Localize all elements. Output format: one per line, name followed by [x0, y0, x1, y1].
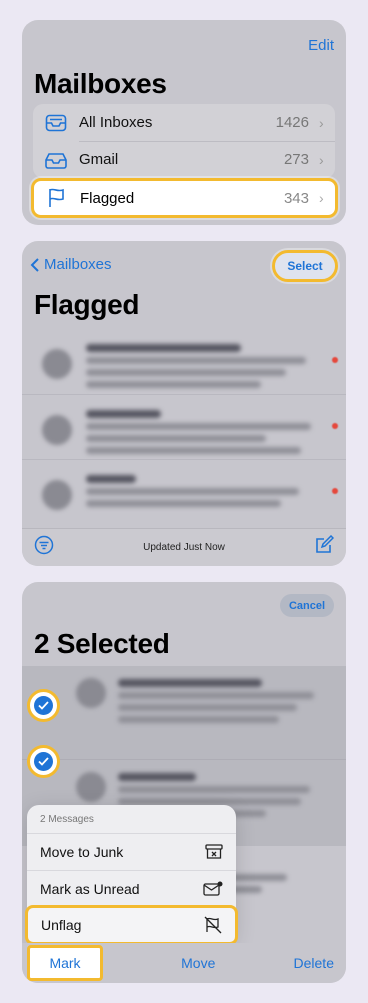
menu-item-label: Move to Junk [40, 844, 124, 860]
back-label: Mailboxes [44, 256, 112, 273]
unread-envelope-icon [203, 881, 223, 896]
flag-indicator-icon [332, 357, 338, 363]
inbox-tray-icon [33, 151, 79, 169]
delete-button[interactable]: Delete [294, 955, 334, 971]
unflag-icon [204, 916, 222, 934]
edit-button[interactable]: Edit [308, 37, 334, 54]
mailbox-count: 1426 [275, 114, 309, 131]
select-button[interactable]: Select [272, 250, 338, 282]
compose-icon[interactable] [314, 534, 335, 560]
status-text: Updated Just Now [143, 542, 225, 553]
avatar [42, 480, 72, 510]
list-item[interactable] [22, 666, 346, 759]
filter-icon[interactable] [34, 535, 54, 560]
menu-item-label: Mark as Unread [40, 881, 140, 897]
list-item[interactable] [22, 394, 346, 459]
selected-checkbox[interactable] [27, 689, 60, 722]
list-item[interactable] [22, 459, 346, 524]
mailbox-label: Gmail [79, 151, 119, 168]
message-list [22, 329, 346, 529]
flag-icon [34, 188, 80, 208]
chevron-right-icon: › [319, 190, 324, 206]
bottom-toolbar: Updated Just Now [22, 528, 346, 566]
junk-bin-icon [205, 844, 223, 859]
avatar [76, 678, 106, 708]
page-title: Mailboxes [34, 68, 167, 99]
mailbox-row-gmail[interactable]: Gmail 273 › [33, 141, 335, 178]
mailbox-label: All Inboxes [79, 114, 153, 131]
bottom-toolbar: Mark Move Delete [22, 943, 346, 983]
page-title: Flagged [34, 289, 140, 320]
menu-item-mark-as-unread[interactable]: Mark as Unread [27, 870, 236, 907]
avatar [76, 772, 106, 802]
mark-button[interactable]: Mark [27, 945, 103, 981]
mailbox-row-flagged[interactable]: Flagged 343 › [31, 178, 338, 218]
checkmark-icon [38, 757, 49, 766]
inbox-tray-icon [33, 114, 79, 132]
flag-indicator-icon [332, 423, 338, 429]
chevron-right-icon: › [319, 151, 324, 168]
mailbox-list: All Inboxes 1426 › Gmail 273 › [33, 104, 335, 178]
selected-checkbox[interactable] [27, 745, 60, 778]
list-item[interactable] [22, 329, 346, 394]
mark-menu: 2 Messages Move to Junk Mark as Unread U… [25, 805, 238, 945]
avatar [42, 349, 72, 379]
page-title: 2 Selected [34, 628, 170, 659]
mailboxes-panel: Edit Mailboxes All Inboxes 1426 › Gmail … [22, 20, 346, 225]
move-button[interactable]: Move [181, 955, 215, 971]
mailbox-count: 343 [283, 189, 309, 207]
chevron-left-icon [30, 257, 39, 272]
menu-item-unflag[interactable]: Unflag [25, 905, 238, 945]
checkmark-icon [38, 701, 49, 710]
menu-header: 2 Messages [40, 814, 94, 825]
mailbox-count: 273 [283, 151, 309, 168]
selection-panel: Cancel 2 Selected 2 Messages Move to Jun… [22, 582, 346, 983]
avatar [42, 415, 72, 445]
flagged-panel: Mailboxes Select Flagged Updated Just No… [22, 241, 346, 566]
mailbox-label: Flagged [80, 189, 135, 207]
chevron-right-icon: › [319, 114, 324, 131]
menu-item-move-to-junk[interactable]: Move to Junk [27, 833, 236, 870]
mailbox-row-all-inboxes[interactable]: All Inboxes 1426 › [33, 104, 335, 141]
menu-item-label: Unflag [41, 917, 82, 933]
flag-indicator-icon [332, 488, 338, 494]
cancel-button[interactable]: Cancel [280, 594, 334, 617]
back-button[interactable]: Mailboxes [30, 256, 112, 273]
